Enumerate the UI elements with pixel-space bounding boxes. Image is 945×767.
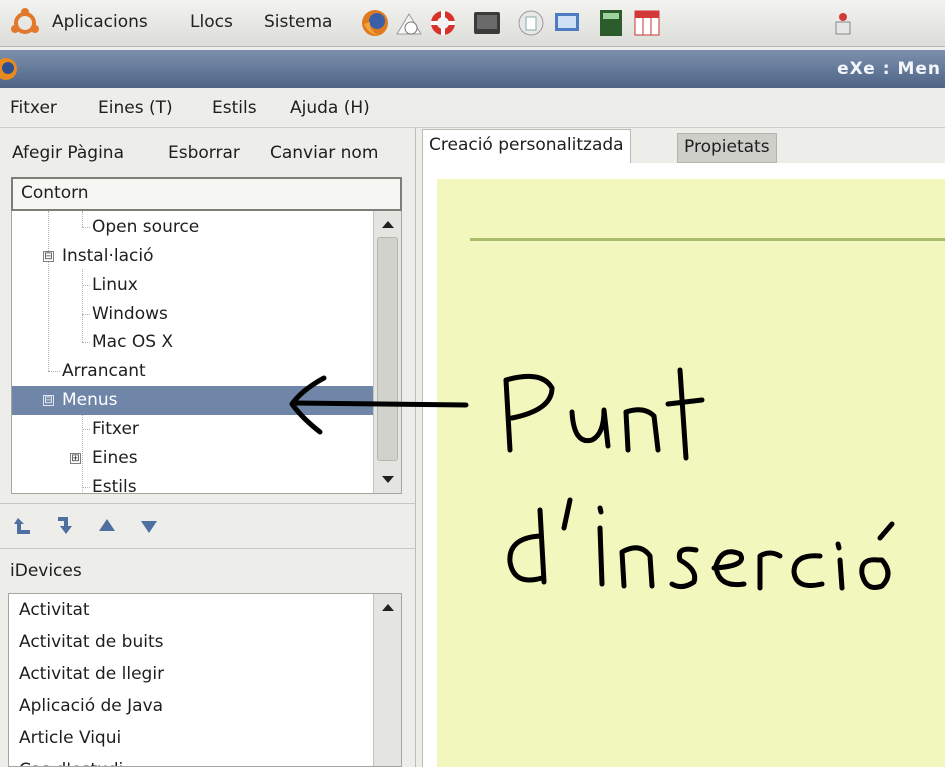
expand-icon[interactable]: ⊞: [70, 453, 81, 464]
app-icon: [0, 58, 17, 80]
firefox-icon[interactable]: [360, 8, 390, 38]
screenshot-icon[interactable]: [552, 8, 582, 38]
tree-item-windows[interactable]: Windows: [12, 300, 374, 329]
handwritten-text-punt: [503, 367, 705, 461]
demote-icon[interactable]: [54, 514, 76, 538]
menu-styles[interactable]: Estils: [212, 98, 257, 118]
idevices-label: iDevices: [10, 561, 82, 581]
menu-help[interactable]: Ajuda (H): [290, 98, 370, 118]
tree-item-label: Estils: [92, 477, 137, 494]
applications-menu[interactable]: Aplicacions: [52, 12, 148, 32]
system-menu[interactable]: Sistema: [264, 12, 332, 32]
collapse-icon[interactable]: ⊟: [43, 251, 54, 262]
menu-tools[interactable]: Eines (T): [98, 98, 173, 118]
idevice-item[interactable]: Activitat: [19, 594, 90, 626]
network-icon[interactable]: [828, 8, 858, 38]
tree-item-mac-os-x[interactable]: Mac OS X: [12, 328, 374, 357]
idevice-item[interactable]: Activitat de buits: [19, 626, 163, 658]
arrow-icon: [289, 375, 469, 435]
idevice-item[interactable]: Article Viqui: [19, 722, 121, 754]
delete-button[interactable]: Esborrar: [168, 143, 240, 163]
terminal-icon[interactable]: [472, 8, 502, 38]
add-page-button[interactable]: Afegir Pàgina: [12, 143, 124, 163]
tree-item-label: Arrancant: [62, 361, 146, 381]
tree-item-label: Linux: [92, 275, 138, 295]
idevice-item[interactable]: Aplicació de Java: [19, 690, 163, 722]
tree-item-label: Eines: [92, 448, 138, 468]
tree-item-label: Open source: [92, 217, 200, 237]
scroll-up-arrow-icon[interactable]: [382, 221, 394, 228]
idevice-item[interactable]: Cas d'estudi: [19, 754, 123, 766]
move-down-icon[interactable]: [138, 514, 160, 538]
lifebuoy-icon[interactable]: [428, 8, 458, 38]
promote-icon[interactable]: [12, 514, 34, 538]
window-titlebar[interactable]: eXe : Men: [0, 50, 945, 88]
insertion-point-annotation: [289, 367, 895, 591]
tab-authoring[interactable]: Creació personalitzada: [422, 129, 631, 163]
calendar-icon[interactable]: [632, 8, 662, 38]
tree-item-linux[interactable]: Linux: [12, 271, 374, 300]
places-menu[interactable]: Llocs: [190, 12, 233, 32]
calculator-icon[interactable]: [596, 8, 626, 38]
handwritten-text-dinsercio: [507, 497, 895, 591]
rename-button[interactable]: Canviar nom: [270, 143, 378, 163]
tree-item-installation[interactable]: ⊟ Instal·lació: [12, 242, 374, 271]
menu-file[interactable]: Fitxer: [10, 98, 57, 118]
tree-item-label: Windows: [92, 304, 168, 324]
tree-item-open-source[interactable]: Open source: [12, 213, 374, 242]
move-up-icon[interactable]: [96, 514, 118, 538]
tree-item-label: Menus: [62, 390, 118, 410]
ubuntu-logo-icon[interactable]: [10, 8, 40, 38]
tree-item-label: Mac OS X: [92, 332, 174, 352]
tree-item-label: Instal·lació: [62, 246, 154, 266]
idevice-item[interactable]: Activitat de llegir: [19, 658, 164, 690]
tab-properties[interactable]: Propietats: [677, 133, 777, 163]
top-panel: Aplicacions Llocs Sistema: [0, 0, 945, 47]
clock-icon[interactable]: [394, 8, 424, 38]
document-icon[interactable]: [516, 8, 546, 38]
menubar: Fitxer Eines (T) Estils Ajuda (H): [0, 88, 945, 128]
horizontal-rule: [470, 238, 945, 241]
window-title: eXe : Men: [837, 59, 941, 79]
tree-item-label: Fitxer: [92, 419, 139, 439]
outline-header[interactable]: Contorn: [11, 177, 402, 211]
tab-strip: Creació personalitzada Propietats: [422, 129, 945, 163]
collapse-icon[interactable]: ⊟: [43, 395, 54, 406]
